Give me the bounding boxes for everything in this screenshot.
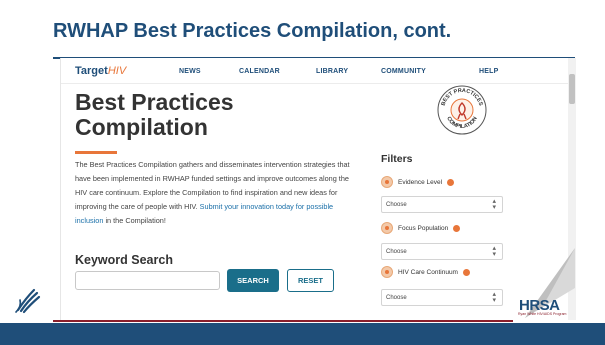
info-icon[interactable] xyxy=(453,224,461,232)
focus-population-select[interactable]: Choose ▴ ▾ xyxy=(381,243,503,260)
select-arrows-icon: ▴ ▾ xyxy=(492,291,496,304)
best-practices-badge-icon: BEST PRACTICES COMPILATION xyxy=(437,85,487,135)
slide-footer-bar xyxy=(0,323,605,345)
hiv-care-continuum-text: HIV Care Continuum xyxy=(398,268,458,276)
filter-hiv-care-continuum-label: HIV Care Continuum xyxy=(381,266,470,278)
nav-community[interactable]: COMMUNITY xyxy=(381,68,426,75)
nav-help[interactable]: HELP xyxy=(479,68,498,75)
slide-divider-bottom xyxy=(53,320,513,322)
logo-main-text: Target xyxy=(75,65,108,77)
site-top-nav: TargetHIV NEWS CALENDAR LIBRARY COMMUNIT… xyxy=(61,58,576,84)
scrollbar-thumb[interactable] xyxy=(569,74,575,104)
info-icon[interactable] xyxy=(447,178,455,186)
evidence-level-select[interactable]: Choose ▴ ▾ xyxy=(381,196,503,213)
slide-title: RWHAP Best Practices Compilation, cont. xyxy=(53,20,452,42)
keyword-search-input[interactable] xyxy=(75,271,220,290)
focus-population-value: Choose xyxy=(386,249,407,255)
filters-heading: Filters xyxy=(381,153,413,165)
evidence-level-value: Choose xyxy=(386,202,407,208)
keyword-search-heading: Keyword Search xyxy=(75,253,173,267)
hhs-eagle-logo-icon xyxy=(15,288,41,314)
select-arrows-icon: ▴ ▾ xyxy=(492,245,496,258)
nav-library[interactable]: LIBRARY xyxy=(316,68,348,75)
page-description: The Best Practices Compilation gathers a… xyxy=(75,158,357,228)
filter-evidence-level-label: Evidence Level xyxy=(381,176,455,188)
description-tail: in the Compilation! xyxy=(105,216,166,225)
hiv-care-continuum-value: Choose xyxy=(386,295,407,301)
evidence-level-text: Evidence Level xyxy=(398,178,443,186)
select-arrows-icon: ▴ ▾ xyxy=(492,198,496,211)
page-title: Best Practices Compilation xyxy=(75,89,234,140)
reset-button[interactable]: RESET xyxy=(287,269,334,292)
site-logo[interactable]: TargetHIV xyxy=(75,65,126,77)
search-button[interactable]: SEARCH xyxy=(227,269,279,292)
filter-focus-population-label: Focus Population xyxy=(381,222,461,234)
evidence-level-icon xyxy=(381,176,393,188)
hrsa-subtitle: Ryan White HIV/AIDS Program xyxy=(518,312,567,316)
focus-population-icon xyxy=(381,222,393,234)
hiv-care-continuum-select[interactable]: Choose ▴ ▾ xyxy=(381,289,503,306)
nav-news[interactable]: NEWS xyxy=(179,68,201,75)
website-screenshot: TargetHIV NEWS CALENDAR LIBRARY COMMUNIT… xyxy=(60,58,576,320)
info-icon[interactable] xyxy=(462,268,470,276)
logo-accent-text: HIV xyxy=(107,65,127,77)
focus-population-text: Focus Population xyxy=(398,224,449,232)
nav-calendar[interactable]: CALENDAR xyxy=(239,68,280,75)
hiv-care-continuum-icon xyxy=(381,266,393,278)
title-accent-bar xyxy=(75,151,117,154)
